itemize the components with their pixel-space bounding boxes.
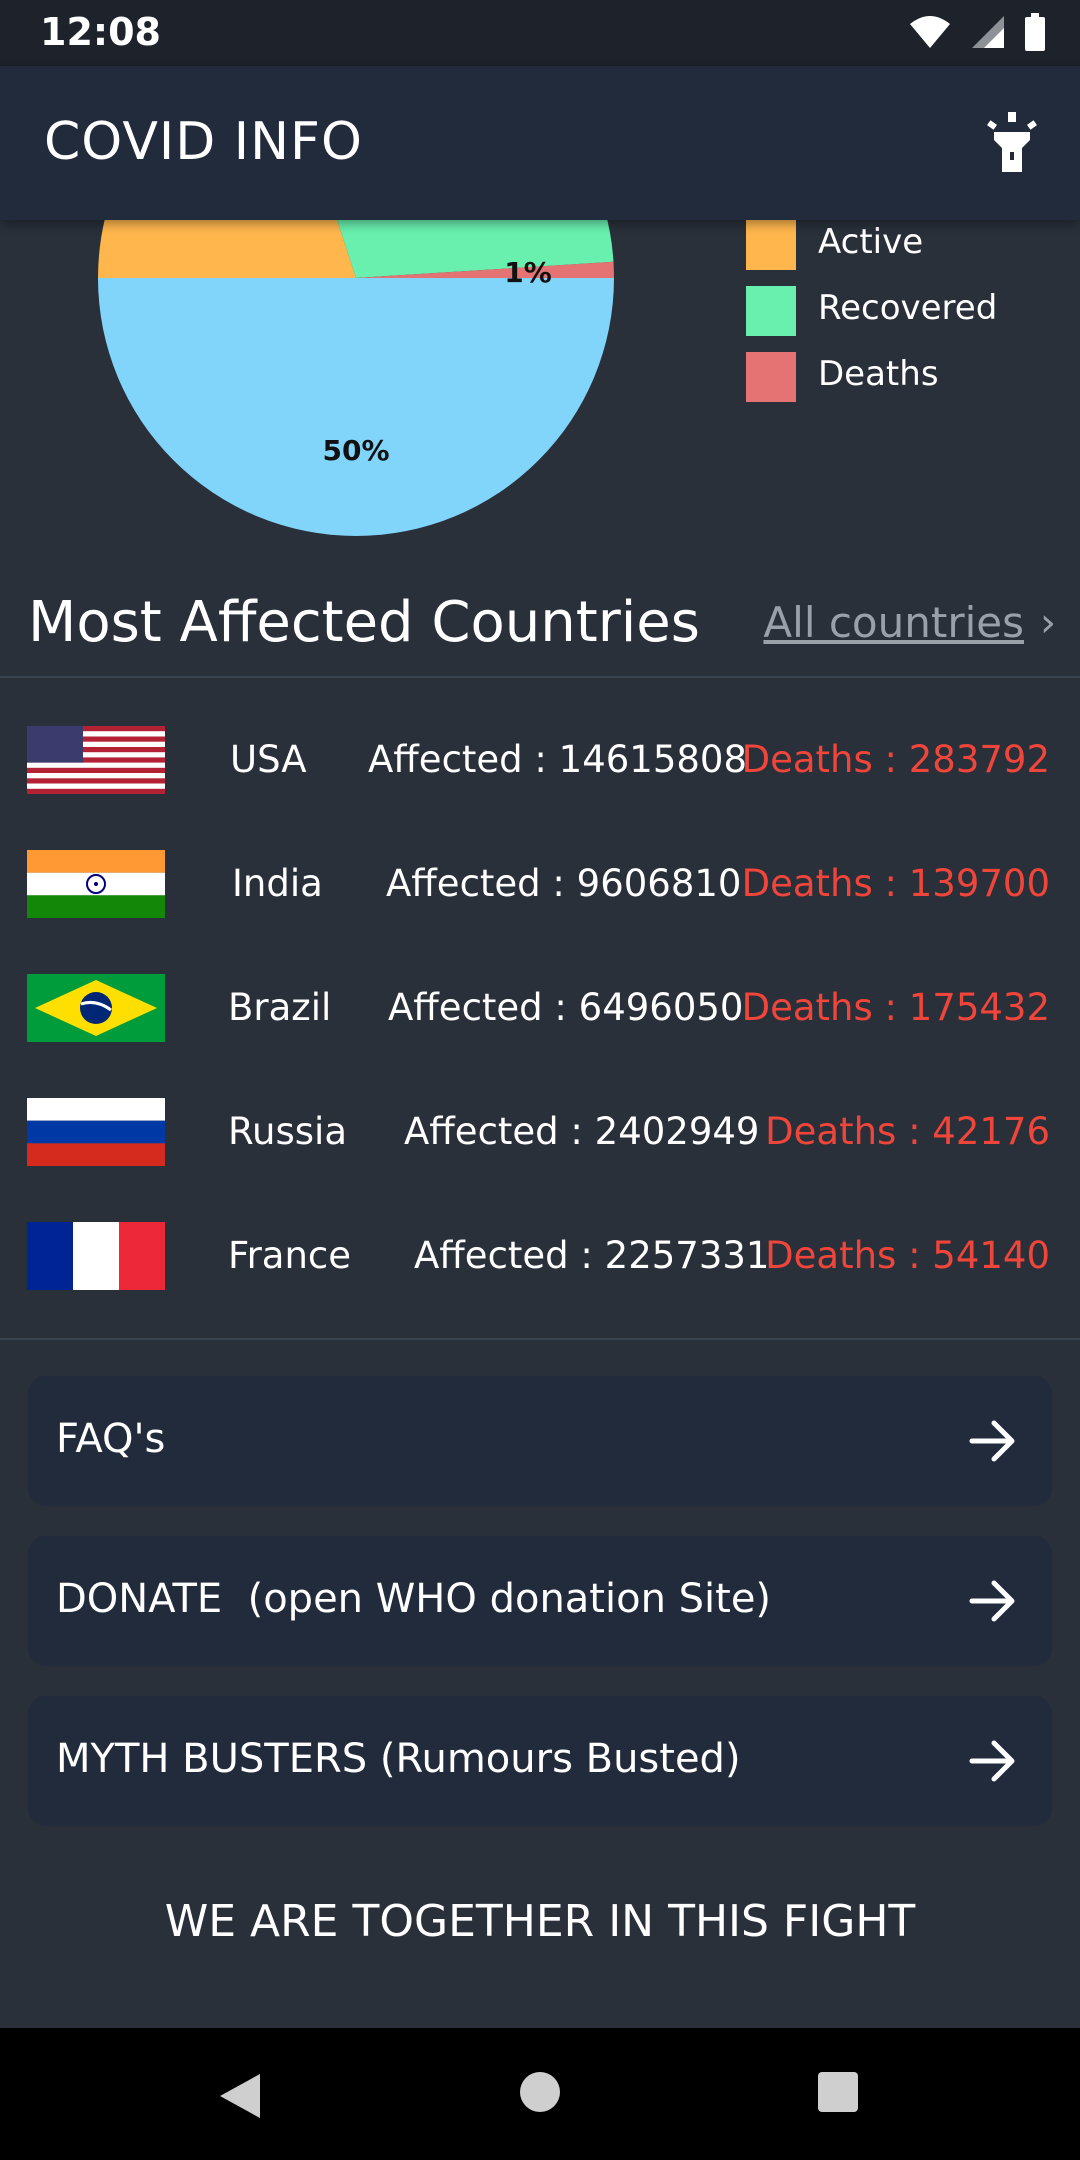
deaths-count: Deaths : 54140 (765, 1234, 1050, 1277)
myth-busters-label: MYTH BUSTERS (Rumours Busted) (56, 1736, 741, 1782)
legend-label-deaths: Deaths (818, 354, 939, 394)
legend-label-recovered: Recovered (818, 288, 998, 328)
status-time: 12:08 (40, 10, 161, 54)
faq-card[interactable]: FAQ's (28, 1376, 1052, 1506)
arrow-right-icon (969, 1740, 1015, 1782)
section-header: Most Affected Countries All countries › (0, 580, 1080, 676)
recents-icon[interactable] (818, 2072, 858, 2112)
legend-label-active: Active (818, 222, 924, 262)
country-name: France (228, 1234, 352, 1277)
arrow-right-icon (969, 1580, 1015, 1622)
legend-swatch-recovered (746, 286, 796, 336)
home-icon[interactable] (520, 2072, 560, 2112)
deaths-count: Deaths : 175432 (741, 986, 1050, 1029)
faq-label: FAQ's (56, 1416, 166, 1462)
back-icon[interactable] (218, 2072, 262, 2120)
wifi-icon (910, 16, 950, 48)
legend-swatch-active (746, 220, 796, 270)
status-bar: 12:08 (0, 0, 1080, 66)
divider (0, 1338, 1080, 1340)
pie-data-label: 1% (504, 256, 552, 289)
signal-icon (972, 16, 1004, 48)
app-bar: COVID INFO (0, 66, 1080, 220)
country-row-france: France Affected : 2257331 Deaths : 54140 (0, 1222, 1080, 1346)
donate-label: DONATE (open WHO donation Site) (56, 1576, 772, 1622)
affected-count: Affected : 2402949 (404, 1110, 760, 1153)
pie-data-label: 50% (322, 434, 389, 467)
india-flag (27, 850, 165, 918)
legend-swatch-deaths (746, 352, 796, 402)
country-name: India (232, 862, 323, 905)
footer-text: WE ARE TOGETHER IN THIS FIGHT (164, 1896, 916, 1947)
deaths-count: Deaths : 283792 (741, 738, 1050, 781)
legend-item-deaths: Deaths (746, 352, 1066, 418)
france-flag (27, 1222, 165, 1290)
system-nav-bar (0, 2028, 1080, 2160)
deaths-count: Deaths : 139700 (741, 862, 1050, 905)
pie-slice-affected (98, 278, 614, 536)
usa-flag (27, 726, 165, 794)
deaths-count: Deaths : 42176 (765, 1110, 1050, 1153)
divider (0, 676, 1080, 678)
russia-flag (27, 1098, 165, 1166)
status-icons (908, 12, 1046, 52)
donate-card[interactable]: DONATE (open WHO donation Site) (28, 1536, 1052, 1666)
country-row-india: India Affected : 9606810 Deaths : 139700 (0, 850, 1080, 974)
brazil-flag (27, 974, 165, 1042)
app-title: COVID INFO (44, 112, 363, 172)
country-name: Russia (228, 1110, 348, 1153)
legend-item-recovered: Recovered (746, 286, 1066, 352)
affected-count: Affected : 14615808 (368, 738, 747, 781)
country-name: USA (230, 738, 307, 781)
affected-count: Affected : 2257331 (414, 1234, 770, 1277)
chevron-right-icon[interactable]: › (1040, 600, 1056, 646)
country-row-usa: USA Affected : 14615808 Deaths : 283792 (0, 726, 1080, 850)
section-title: Most Affected Countries (28, 590, 700, 655)
legend-item-active: Active (746, 220, 1066, 286)
myth-busters-card[interactable]: MYTH BUSTERS (Rumours Busted) (28, 1696, 1052, 1826)
chart-legend: Active Recovered Deaths (746, 220, 1066, 418)
country-name: Brazil (228, 986, 332, 1029)
country-row-brazil: Brazil Affected : 6496050 Deaths : 17543… (0, 974, 1080, 1098)
battery-icon (1025, 13, 1045, 51)
arrow-right-icon (969, 1420, 1015, 1462)
all-countries-link[interactable]: All countries (763, 598, 1024, 647)
flashlight-icon[interactable] (980, 110, 1044, 174)
country-row-russia: Russia Affected : 2402949 Deaths : 42176 (0, 1098, 1080, 1222)
affected-count: Affected : 9606810 (386, 862, 742, 905)
affected-count: Affected : 6496050 (388, 986, 744, 1029)
